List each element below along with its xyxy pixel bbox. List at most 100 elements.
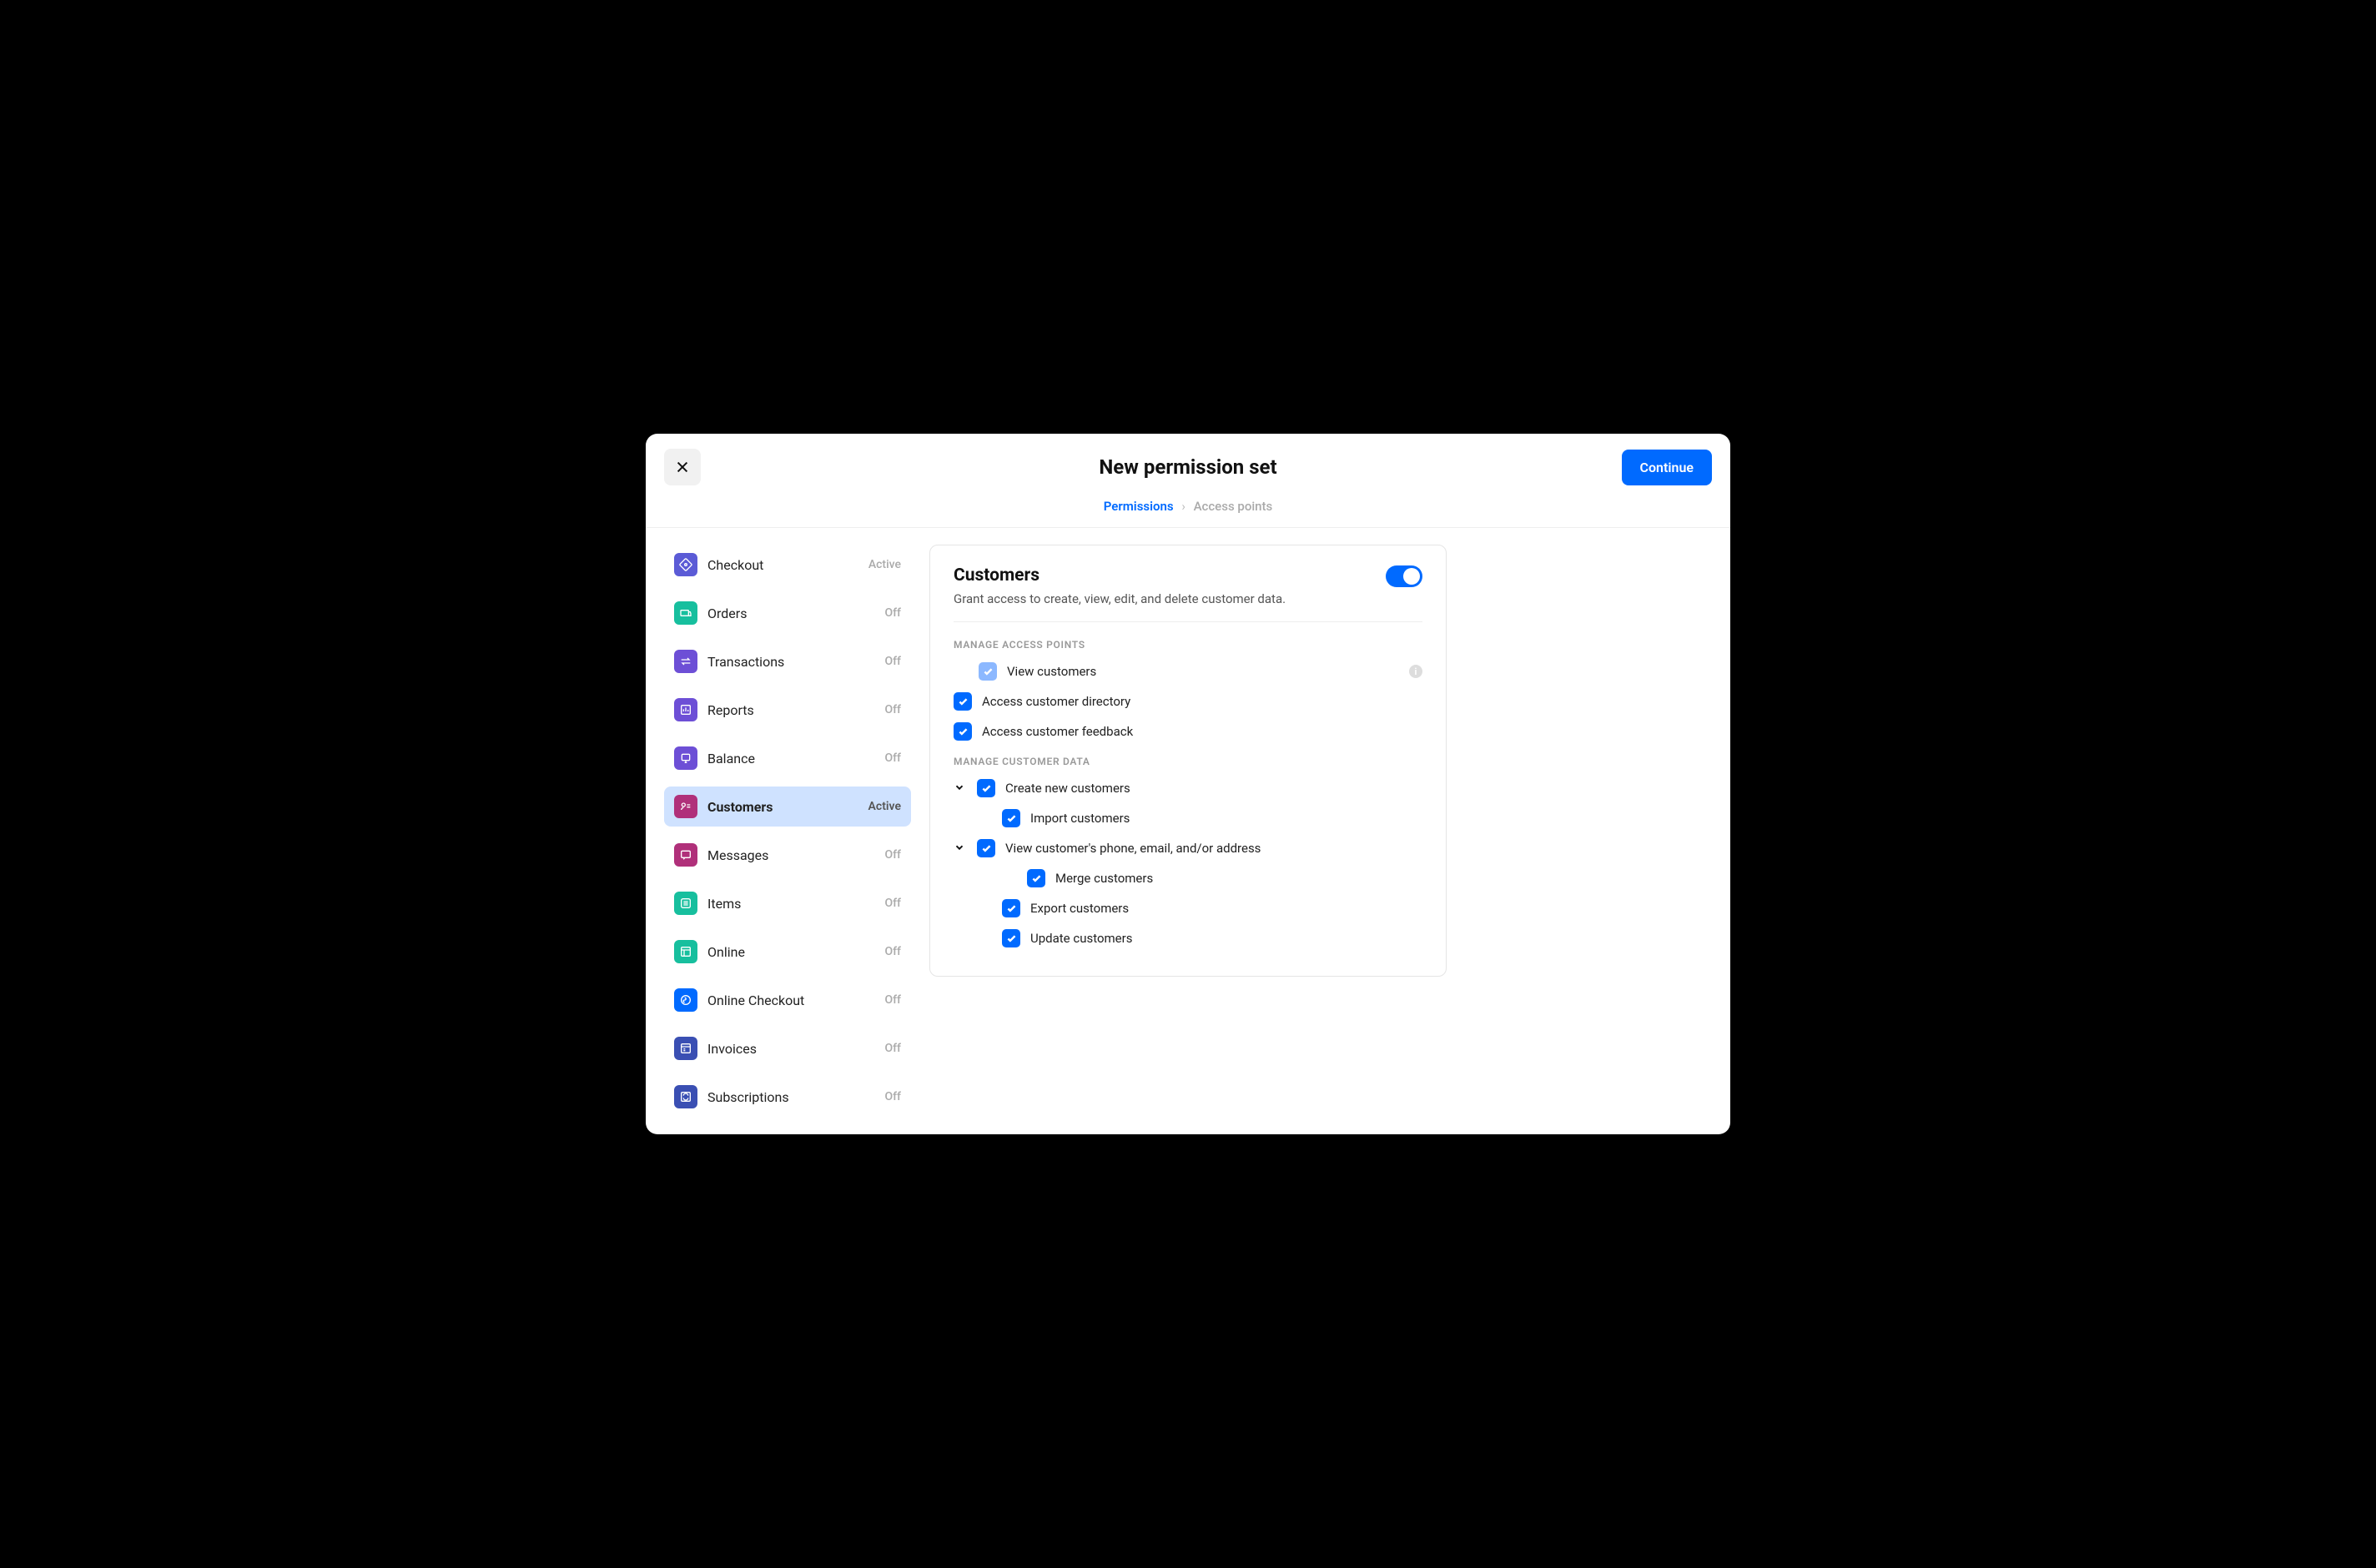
sidebar-item-label: Online Checkout (707, 993, 874, 1008)
sidebar-item-label: Orders (707, 606, 874, 621)
chevron-right-icon: › (1181, 499, 1185, 514)
continue-button[interactable]: Continue (1622, 450, 1712, 485)
sidebar-item-online-checkout[interactable]: Online Checkout Off (664, 980, 911, 1020)
reports-icon (674, 698, 697, 721)
enable-toggle[interactable] (1386, 565, 1422, 587)
check-icon (1006, 813, 1017, 824)
sidebar-item-invoices[interactable]: Invoices Off (664, 1028, 911, 1068)
breadcrumb-step-access-points[interactable]: Access points (1194, 499, 1273, 514)
info-icon[interactable]: i (1409, 665, 1422, 678)
sidebar-item-messages[interactable]: Messages Off (664, 835, 911, 875)
check-icon (981, 843, 992, 854)
subscriptions-icon (674, 1085, 697, 1108)
sidebar-item-reports[interactable]: Reports Off (664, 690, 911, 730)
sidebar-item-status: Off (884, 993, 901, 1007)
checkbox-create-customers[interactable] (977, 779, 995, 797)
check-icon (1006, 903, 1017, 914)
perm-label: Access customer feedback (982, 724, 1422, 739)
sidebar-item-label: Balance (707, 751, 874, 766)
sidebar-item-label: Items (707, 896, 874, 912)
card-description: Grant access to create, view, edit, and … (954, 591, 1286, 608)
sidebar-item-subscriptions[interactable]: Subscriptions Off (664, 1077, 911, 1117)
sidebar-item-balance[interactable]: Balance Off (664, 738, 911, 778)
checkbox-export-customers[interactable] (1002, 899, 1020, 917)
perm-row-import-customers: Import customers (954, 809, 1422, 827)
sidebar-item-orders[interactable]: Orders Off (664, 593, 911, 633)
check-icon (1031, 873, 1042, 884)
dialog-body: Checkout Active Orders Off Transactions … (646, 528, 1730, 1134)
perm-row-create-customers: Create new customers (954, 779, 1422, 797)
sidebar-item-label: Subscriptions (707, 1089, 874, 1105)
transactions-icon (674, 650, 697, 673)
sidebar-item-status: Active (868, 800, 901, 813)
check-icon (981, 783, 992, 794)
orders-icon (674, 601, 697, 625)
perm-label: Export customers (1030, 901, 1422, 916)
invoices-icon (674, 1037, 697, 1060)
perm-label: Import customers (1030, 811, 1422, 826)
sidebar-item-online[interactable]: Online Off (664, 932, 911, 972)
close-icon (675, 460, 690, 475)
perm-label: Access customer directory (982, 694, 1422, 709)
chevron-down-icon[interactable] (954, 841, 967, 857)
sidebar-item-status: Off (884, 655, 901, 668)
perm-row-export-customers: Export customers (954, 899, 1422, 917)
breadcrumb-step-permissions[interactable]: Permissions (1104, 499, 1174, 514)
check-icon (983, 666, 994, 677)
perm-row-view-customers: View customers i (954, 662, 1422, 681)
permission-card: Customers Grant access to create, view, … (929, 545, 1447, 977)
sidebar-item-checkout[interactable]: Checkout Active (664, 545, 911, 585)
dialog-header: New permission set Continue (646, 434, 1730, 495)
online-icon (674, 940, 697, 963)
checkbox-access-feedback[interactable] (954, 722, 972, 741)
sidebar-item-label: Invoices (707, 1041, 874, 1057)
sidebar-item-transactions[interactable]: Transactions Off (664, 641, 911, 681)
perm-label: View customers (1007, 664, 1399, 679)
chevron-down-icon[interactable] (954, 781, 967, 797)
checkbox-access-directory[interactable] (954, 692, 972, 711)
sidebar-item-status: Off (884, 703, 901, 716)
dialog-title: New permission set (1099, 455, 1276, 479)
dialog-window: New permission set Continue Permissions … (646, 434, 1730, 1134)
checkout-icon (674, 553, 697, 576)
sidebar-item-label: Customers (707, 799, 858, 815)
sidebar-item-status: Off (884, 606, 901, 620)
sidebar-item-label: Messages (707, 847, 874, 863)
perm-row-access-directory: Access customer directory (954, 692, 1422, 711)
checkbox-merge-customers[interactable] (1027, 869, 1045, 887)
close-button[interactable] (664, 449, 701, 485)
sidebar-item-status: Off (884, 1042, 901, 1055)
checkbox-view-contact[interactable] (977, 839, 995, 857)
checkbox-update-customers[interactable] (1002, 929, 1020, 947)
balance-icon (674, 746, 697, 770)
section-label-customer-data: MANAGE CUSTOMER DATA (954, 756, 1422, 767)
breadcrumb: Permissions › Access points (646, 495, 1730, 528)
sidebar-item-customers[interactable]: Customers Active (664, 787, 911, 827)
perm-label: Update customers (1030, 931, 1422, 946)
perm-row-access-feedback: Access customer feedback (954, 722, 1422, 741)
customers-icon (674, 795, 697, 818)
checkbox-import-customers[interactable] (1002, 809, 1020, 827)
sidebar-item-status: Off (884, 945, 901, 958)
section-label-access-points: MANAGE ACCESS POINTS (954, 639, 1422, 651)
sidebar-item-label: Transactions (707, 654, 874, 670)
check-icon (958, 726, 969, 737)
sidebar-item-label: Reports (707, 702, 874, 718)
sidebar-item-label: Online (707, 944, 874, 960)
sidebar: Checkout Active Orders Off Transactions … (646, 545, 921, 1134)
perm-row-merge-customers: Merge customers (954, 869, 1422, 887)
sidebar-item-items[interactable]: Items Off (664, 883, 911, 923)
perm-row-update-customers: Update customers (954, 929, 1422, 947)
sidebar-item-status: Off (884, 1090, 901, 1103)
card-header: Customers Grant access to create, view, … (954, 565, 1422, 622)
perm-row-view-contact: View customer's phone, email, and/or add… (954, 839, 1422, 857)
perm-label: Create new customers (1005, 781, 1422, 796)
perm-label: View customer's phone, email, and/or add… (1005, 841, 1422, 856)
online-checkout-icon (674, 988, 697, 1012)
sidebar-item-status: Off (884, 848, 901, 862)
items-icon (674, 892, 697, 915)
detail-panel: Customers Grant access to create, view, … (921, 545, 1730, 1134)
messages-icon (674, 843, 697, 867)
check-icon (958, 696, 969, 707)
checkbox-view-customers[interactable] (979, 662, 997, 681)
